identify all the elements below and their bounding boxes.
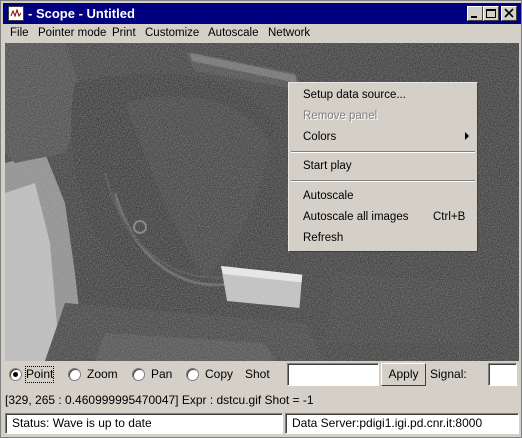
- radio-zoom-label[interactable]: Zoom: [87, 367, 118, 382]
- radio-point-label[interactable]: Point: [24, 366, 55, 383]
- menu-item-autoscale-all-images[interactable]: Autoscale all images: [303, 210, 408, 225]
- title-bar[interactable]: - Scope - Untitled: [3, 3, 521, 24]
- menu-customize[interactable]: Customize: [145, 26, 199, 41]
- window-title: - Scope - Untitled: [28, 6, 135, 21]
- menu-separator: [291, 180, 475, 182]
- scope-window: - Scope - Untitled File Pointer mode Pri…: [0, 0, 522, 438]
- menu-separator: [291, 151, 475, 153]
- menu-pointer-mode[interactable]: Pointer mode: [38, 26, 106, 41]
- radio-point[interactable]: [9, 368, 22, 381]
- pointer-mode-toolbar: Point Zoom Pan Copy Shot Apply Signal:: [1, 361, 522, 389]
- radio-copy[interactable]: [186, 368, 199, 381]
- menu-network[interactable]: Network: [268, 26, 310, 41]
- minimize-icon[interactable]: [467, 6, 483, 21]
- menu-item-refresh[interactable]: Refresh: [303, 231, 343, 246]
- shot-label: Shot: [245, 367, 270, 381]
- radio-zoom[interactable]: [68, 368, 81, 381]
- apply-button[interactable]: Apply: [381, 363, 426, 386]
- shot-input[interactable]: [287, 363, 379, 386]
- shortcut-label: Ctrl+B: [433, 211, 466, 223]
- close-icon[interactable]: [501, 6, 517, 21]
- submenu-arrow-icon: [465, 132, 469, 140]
- menu-item-start-play[interactable]: Start play: [303, 159, 352, 174]
- radio-pan-label[interactable]: Pan: [151, 367, 172, 382]
- status-message: Status: Wave is up to date: [5, 413, 283, 434]
- menu-item-colors[interactable]: Colors: [303, 130, 336, 145]
- pointer-readout: [329, 265 : 0.460999995470047] Expr : ds…: [5, 393, 314, 407]
- menu-item-remove-panel: Remove panel: [303, 110, 378, 122]
- radio-pan[interactable]: [132, 368, 145, 381]
- signal-input[interactable]: [488, 363, 517, 386]
- signal-label: Signal:: [430, 367, 467, 381]
- menu-print[interactable]: Print: [112, 26, 136, 41]
- scope-app-icon[interactable]: [8, 6, 24, 21]
- radio-copy-label[interactable]: Copy: [205, 367, 233, 382]
- menu-bar: File Pointer mode Print Customize Autosc…: [3, 24, 521, 43]
- menu-autoscale[interactable]: Autoscale: [208, 26, 259, 41]
- menu-item-autoscale[interactable]: Autoscale: [303, 189, 354, 204]
- menu-item-setup-data-source[interactable]: Setup data source...: [303, 88, 406, 103]
- data-server-status: Data Server:pdigi1.igi.pd.cnr.it:8000: [285, 413, 519, 434]
- maximize-icon[interactable]: [483, 6, 499, 21]
- context-menu: Setup data source... Remove panel Colors…: [288, 82, 478, 252]
- menu-file[interactable]: File: [10, 26, 29, 41]
